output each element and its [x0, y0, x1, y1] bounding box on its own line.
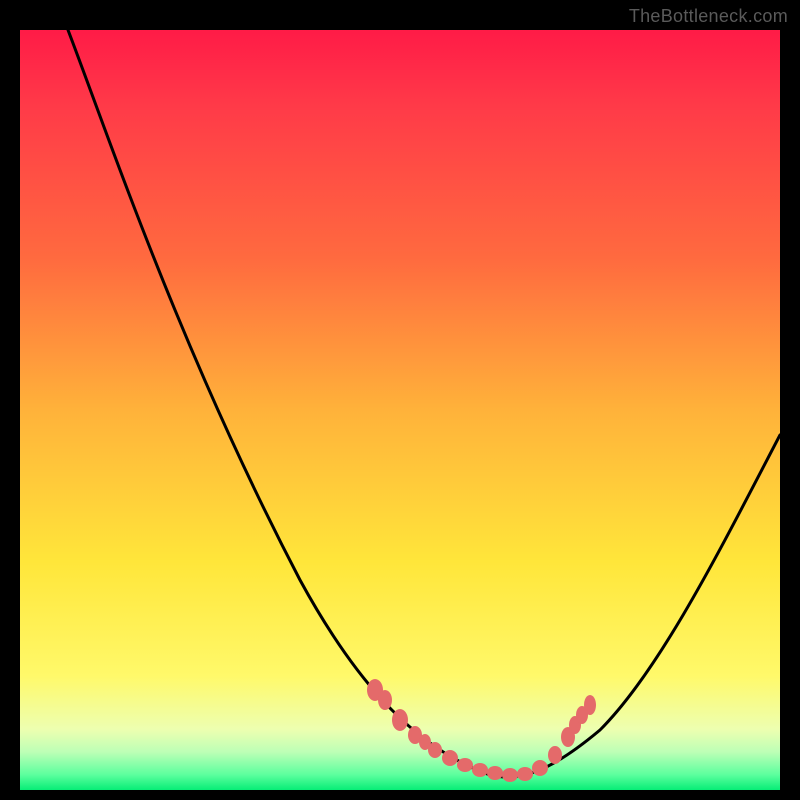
chart-svg	[20, 30, 780, 790]
watermark: TheBottleneck.com	[629, 6, 788, 27]
highlight-dots	[367, 679, 596, 782]
main-curve	[68, 30, 780, 777]
chart-frame	[20, 30, 780, 790]
gradient-plot-area	[20, 30, 780, 790]
